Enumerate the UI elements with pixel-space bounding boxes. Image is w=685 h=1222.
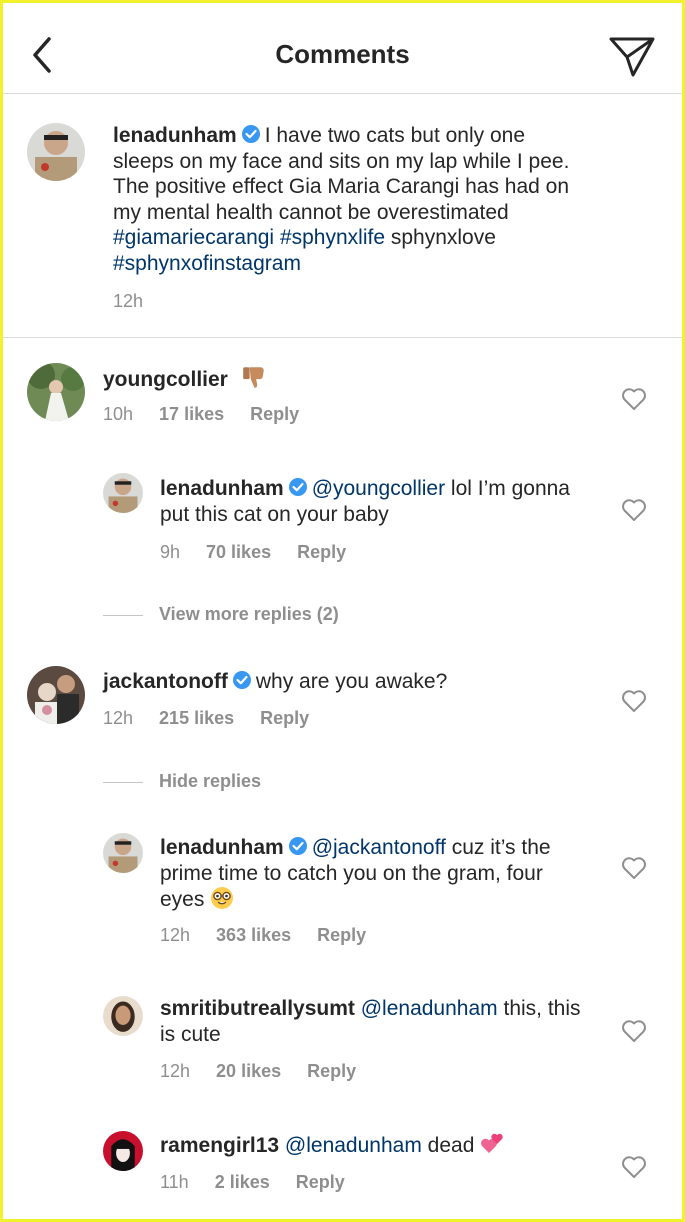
reply-meta: 11h 2 likes Reply (160, 1172, 371, 1193)
paper-plane-icon (609, 37, 655, 77)
reply-text: lenadunham @youngcollier lol I’m gonna pu… (160, 476, 580, 527)
likes-count[interactable]: 17 likes (159, 404, 224, 424)
reply-meta: 9h 70 likes Reply (160, 542, 372, 563)
reply-button[interactable]: Reply (307, 1061, 356, 1081)
timestamp: 12h (160, 925, 191, 945)
reply-text: lenadunham @jackantonoff cuz it’s the pri… (160, 835, 590, 913)
reply-avatar[interactable] (103, 1131, 143, 1171)
comment-username[interactable]: jackantonoff (103, 670, 228, 693)
timestamp: 12h (113, 291, 144, 311)
caption-divider (3, 337, 682, 338)
comment-text: youngcollier (103, 364, 583, 393)
likes-count[interactable]: 215 likes (159, 708, 234, 728)
caption-username[interactable]: lenadunham (113, 124, 237, 147)
heart-outline-icon[interactable] (621, 498, 647, 522)
two-hearts-emoji (481, 1133, 504, 1153)
caption-plain-tag: sphynxlove (390, 226, 496, 249)
thumbs-down-emoji (242, 367, 264, 388)
view-more-replies-button[interactable]: View more replies (2) (103, 604, 339, 625)
heart-outline-icon[interactable] (621, 856, 647, 880)
comment-body: why are you awake? (255, 670, 448, 693)
heart-outline-icon[interactable] (621, 689, 647, 713)
reply-username[interactable]: lenadunham (160, 477, 284, 500)
reply-button[interactable]: Reply (297, 542, 346, 562)
view-more-label: View more replies (2) (159, 604, 339, 624)
reply-avatar[interactable] (103, 833, 143, 873)
timestamp: 12h (103, 708, 134, 728)
page-title: Comments (275, 39, 410, 69)
verified-badge-icon (241, 125, 260, 143)
hashtag-link[interactable]: #giamariecarangi (113, 226, 274, 249)
reply-button[interactable]: Reply (250, 404, 299, 424)
hashtag-link[interactable]: #sphynxofinstagram (113, 252, 301, 275)
reply-username[interactable]: smritibutreallysumt (160, 997, 355, 1020)
direct-message-button[interactable] (607, 33, 657, 79)
reply-text: smritibutreallysumt @lenadunham this, th… (160, 996, 590, 1047)
timestamp: 12h (160, 1061, 191, 1081)
reply-meta: 12h 363 likes Reply (160, 925, 392, 946)
mention-link[interactable]: @youngcollier (312, 477, 445, 500)
reply-meta: 12h 20 likes Reply (160, 1061, 382, 1082)
reply-body: dead (427, 1134, 475, 1157)
commenter-avatar[interactable] (27, 666, 85, 724)
reply-avatar[interactable] (103, 996, 143, 1036)
verified-badge-icon (288, 478, 307, 496)
caption-avatar[interactable] (27, 123, 85, 181)
reply-text: ramengirl13 @lenadunham dead (160, 1132, 590, 1159)
hide-replies-button[interactable]: Hide replies (103, 771, 261, 792)
comment-username[interactable]: youngcollier (103, 368, 228, 391)
likes-count[interactable]: 70 likes (206, 542, 271, 562)
heart-outline-icon[interactable] (621, 1019, 647, 1043)
timestamp: 9h (160, 542, 181, 562)
mention-link[interactable]: @jackantonoff (312, 836, 446, 859)
reply-avatar[interactable] (103, 473, 143, 513)
caption-meta: 12h (113, 291, 169, 312)
nerd-face-emoji (211, 887, 234, 909)
likes-count[interactable]: 363 likes (216, 925, 291, 945)
comment-meta: 12h 215 likes Reply (103, 708, 335, 729)
heart-outline-icon[interactable] (621, 1155, 647, 1179)
heart-outline-icon[interactable] (621, 387, 647, 411)
top-bar: Comments (3, 3, 682, 94)
comment-text: jackantonoff why are you awake? (103, 669, 583, 695)
mention-link[interactable]: @lenadunham (361, 997, 498, 1020)
reply-username[interactable]: ramengirl13 (160, 1134, 279, 1157)
comment-meta: 10h 17 likes Reply (103, 404, 325, 425)
toggle-line (103, 781, 143, 783)
verified-badge-icon (232, 671, 251, 689)
reply-button[interactable]: Reply (317, 925, 366, 945)
hide-replies-label: Hide replies (159, 771, 262, 791)
toggle-line (103, 614, 143, 616)
likes-count[interactable]: 20 likes (216, 1061, 281, 1081)
mention-link[interactable]: @lenadunham (285, 1134, 422, 1157)
timestamp: 10h (103, 404, 134, 424)
commenter-avatar[interactable] (27, 363, 85, 421)
likes-count[interactable]: 2 likes (215, 1172, 270, 1192)
reply-button[interactable]: Reply (296, 1172, 345, 1192)
caption-text: lenadunham I have two cats but only one s… (113, 123, 583, 276)
verified-badge-icon (288, 837, 307, 855)
hashtag-link[interactable]: #sphynxlife (280, 226, 385, 249)
timestamp: 11h (160, 1172, 189, 1192)
reply-button[interactable]: Reply (260, 708, 309, 728)
reply-username[interactable]: lenadunham (160, 836, 284, 859)
